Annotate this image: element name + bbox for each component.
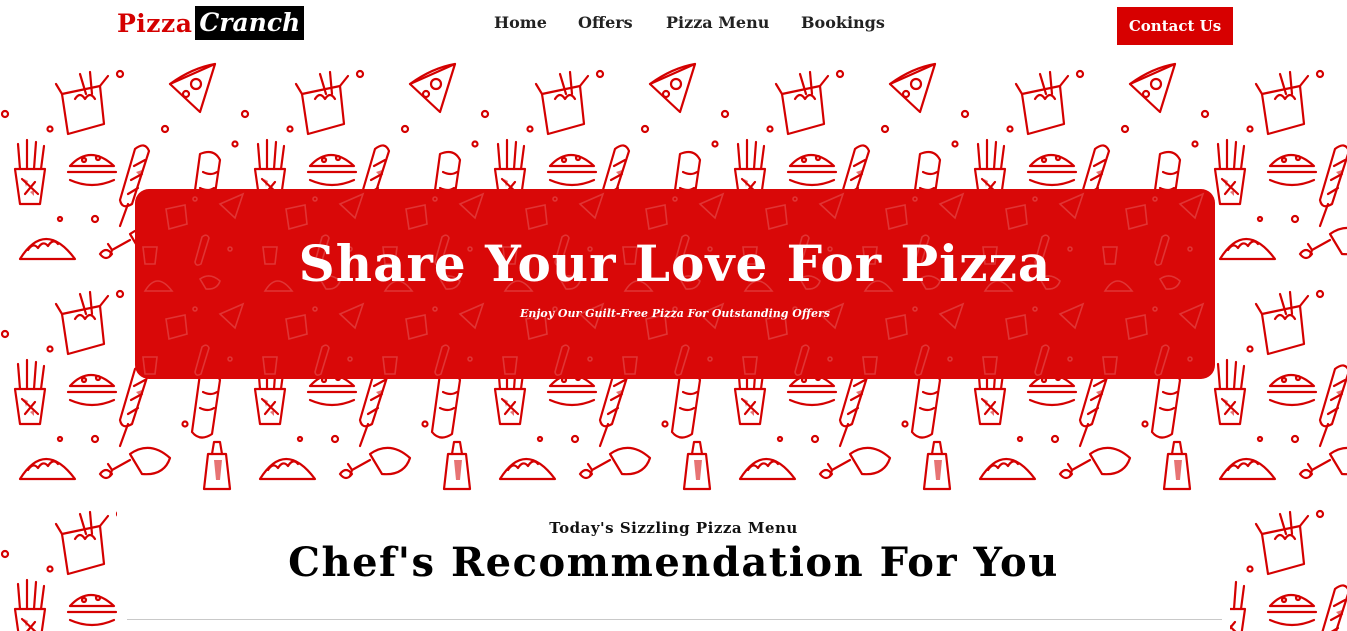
nav-bookings[interactable]: Bookings: [801, 13, 885, 32]
menu-section: Today's Sizzling Pizza Menu Chef's Recom…: [117, 493, 1230, 631]
section-divider: [127, 619, 1222, 620]
hero-banner: Share Your Love For Pizza Enjoy Our Guil…: [135, 189, 1215, 379]
nav-offers[interactable]: Offers: [578, 13, 633, 32]
hero-subtitle: Enjoy Our Guilt-Free Pizza For Outstandi…: [520, 307, 830, 320]
menu-kicker: Today's Sizzling Pizza Menu: [549, 519, 798, 537]
hero-title: Share Your Love For Pizza: [298, 234, 1052, 293]
menu-title: Chef's Recommendation For You: [288, 539, 1059, 586]
contact-us-button[interactable]: Contact Us: [1117, 7, 1233, 45]
nav-pizza-menu[interactable]: Pizza Menu: [666, 13, 769, 32]
nav-home[interactable]: Home: [494, 13, 547, 32]
site-header: Pizza Cranch Home Offers Pizza Menu Book…: [0, 0, 1347, 54]
